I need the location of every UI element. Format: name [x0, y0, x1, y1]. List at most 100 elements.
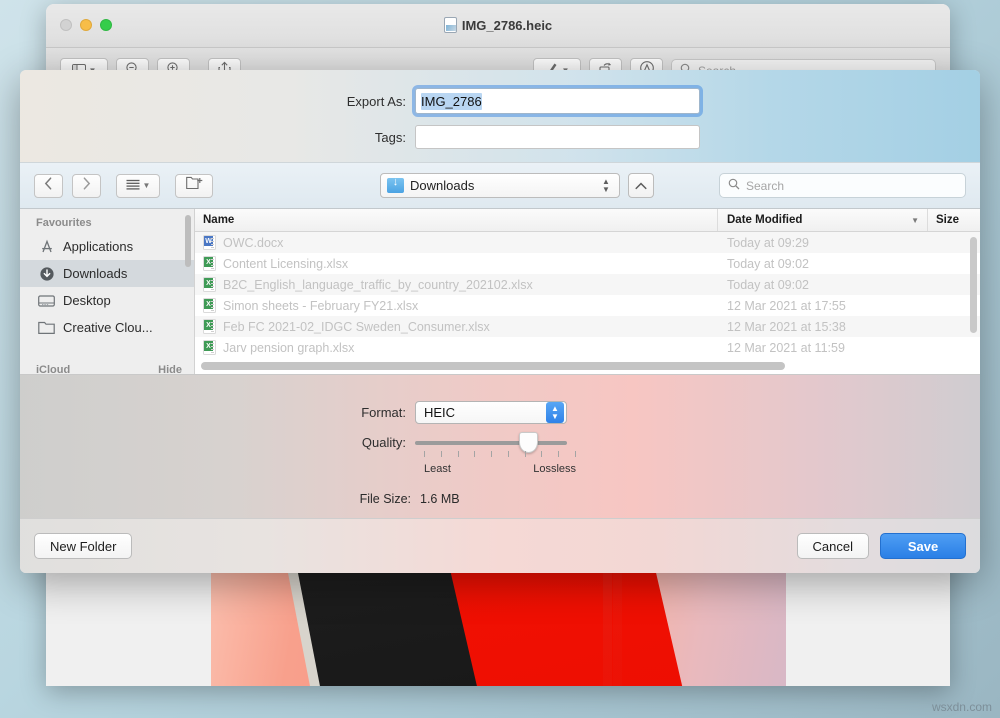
export-as-row: Export As: IMG_2786 [20, 88, 980, 114]
sidebar-header: Favourites [20, 217, 194, 233]
file-name-cell: X Simon sheets - February FY21.xlsx [195, 298, 718, 313]
quality-end-labels: Least Lossless [424, 463, 576, 475]
sidebar-item-creative-cloud[interactable]: Creative Clou... [20, 314, 194, 341]
export-dialog-navbar: ▼ Downloads ▲▼ Search [20, 162, 980, 209]
file-date-cell: 12 Mar 2021 at 17:55 [718, 299, 928, 313]
scrollbar-thumb[interactable] [201, 362, 785, 370]
sidebar-item-label: Creative Clou... [63, 320, 153, 335]
file-size-value: 1.6 MB [420, 492, 460, 506]
sidebar-item-applications[interactable]: Applications [20, 233, 194, 260]
format-select[interactable]: HEIC ▲▼ [415, 401, 567, 424]
file-list-vertical-scrollbar[interactable] [970, 237, 977, 333]
table-row[interactable]: X Feb FC 2021-02_IDGC Sweden_Consumer.xl… [195, 316, 980, 337]
applications-icon [38, 239, 55, 255]
table-row[interactable]: X Jarv pension graph.xlsx 12 Mar 2021 at… [195, 337, 980, 358]
watermark: wsxdn.com [932, 700, 992, 714]
file-list-horizontal-scrollbar[interactable] [201, 362, 970, 370]
file-name-text: Jarv pension graph.xlsx [223, 341, 354, 355]
column-header-date-label: Date Modified [727, 214, 802, 226]
table-row[interactable]: X Content Licensing.xlsx Today at 09:02 [195, 253, 980, 274]
export-options-panel: Format: HEIC ▲▼ Quality: Least Lossless [20, 375, 980, 518]
path-popup-button[interactable]: Downloads ▲▼ [380, 173, 620, 198]
preview-titlebar: IMG_2786.heic [46, 4, 950, 48]
export-dialog-body: Favourites Applications Downloads Deskto… [20, 209, 980, 375]
quality-slider-knob[interactable] [519, 432, 538, 453]
dialog-search-placeholder: Search [746, 179, 784, 193]
file-name-text: Content Licensing.xlsx [223, 257, 348, 271]
search-icon [728, 178, 740, 193]
file-name-text: Simon sheets - February FY21.xlsx [223, 299, 418, 313]
column-header-name[interactable]: Name [195, 209, 718, 231]
quality-ticks-row [424, 451, 576, 457]
quality-lossless-label: Lossless [533, 463, 576, 475]
format-value: HEIC [424, 405, 455, 420]
quality-least-label: Least [424, 463, 451, 475]
quality-slider[interactable] [415, 441, 567, 445]
format-label: Format: [20, 405, 415, 420]
current-folder-label: Downloads [410, 178, 591, 193]
excel-document-icon: X [203, 256, 216, 271]
excel-document-icon: X [203, 340, 216, 355]
file-list-header: Name Date Modified ▼ Size [195, 209, 980, 232]
sort-chevron-down-icon: ▼ [911, 216, 919, 225]
collapse-sheet-button[interactable] [628, 173, 654, 198]
export-dialog-footer: New Folder Cancel Save [20, 518, 980, 573]
format-row: Format: HEIC ▲▼ [20, 401, 980, 424]
new-folder-icon-button[interactable] [175, 174, 213, 198]
tags-label: Tags: [20, 130, 415, 145]
desktop-icon [38, 293, 55, 309]
sidebar-item-label: Applications [63, 239, 133, 254]
file-name-text: Feb FC 2021-02_IDGC Sweden_Consumer.xlsx [223, 320, 490, 334]
table-row[interactable]: W OWC.docx Today at 09:29 [195, 232, 980, 253]
file-name-cell: X Feb FC 2021-02_IDGC Sweden_Consumer.xl… [195, 319, 718, 334]
path-stepper-icon: ▲▼ [597, 175, 615, 196]
chevron-down-icon: ▼ [143, 181, 151, 190]
file-name-cell: X Content Licensing.xlsx [195, 256, 718, 271]
export-dialog: Export As: IMG_2786 Tags: ▼ [20, 70, 980, 573]
view-options-button[interactable]: ▼ [116, 174, 160, 198]
chevron-right-icon [82, 177, 91, 195]
file-date-cell: 12 Mar 2021 at 15:38 [718, 320, 928, 334]
excel-document-icon: X [203, 298, 216, 313]
quality-tick-marks [424, 451, 576, 457]
file-size-row: File Size: 1.6 MB [20, 492, 980, 506]
sidebar-scrollbar[interactable] [185, 215, 191, 267]
column-header-size[interactable]: Size [928, 209, 980, 231]
export-dialog-header: Export As: IMG_2786 Tags: [20, 70, 980, 162]
column-header-date-modified[interactable]: Date Modified ▼ [718, 209, 928, 231]
window-title: IMG_2786.heic [46, 17, 950, 33]
file-date-cell: 12 Mar 2021 at 11:59 [718, 341, 928, 355]
sidebar-item-desktop[interactable]: Desktop [20, 287, 194, 314]
word-document-icon: W [203, 235, 216, 250]
tags-input[interactable] [415, 125, 700, 149]
file-name-text: OWC.docx [223, 236, 283, 250]
sidebar-item-downloads[interactable]: Downloads [20, 260, 194, 287]
file-name-text: B2C_English_language_traffic_by_country_… [223, 278, 533, 292]
table-row[interactable]: X B2C_English_language_traffic_by_countr… [195, 274, 980, 295]
cancel-button[interactable]: Cancel [797, 533, 869, 559]
window-title-text: IMG_2786.heic [462, 18, 552, 33]
downloads-folder-icon [387, 178, 404, 193]
export-as-value: IMG_2786 [421, 93, 482, 110]
table-row[interactable]: X Simon sheets - February FY21.xlsx 12 M… [195, 295, 980, 316]
file-list: Name Date Modified ▼ Size W OWC.docx Tod… [195, 209, 980, 374]
new-folder-button[interactable]: New Folder [34, 533, 132, 559]
file-list-rows: W OWC.docx Today at 09:29 X Content Lice… [195, 232, 980, 374]
file-date-cell: Today at 09:02 [718, 278, 928, 292]
forward-button[interactable] [72, 174, 101, 198]
file-date-cell: Today at 09:29 [718, 236, 928, 250]
sidebar-item-label: Downloads [63, 266, 127, 281]
save-button[interactable]: Save [880, 533, 966, 559]
dialog-search-field[interactable]: Search [719, 173, 966, 198]
sidebar: Favourites Applications Downloads Deskto… [20, 209, 195, 374]
file-name-cell: W OWC.docx [195, 235, 718, 250]
format-stepper-icon[interactable]: ▲▼ [546, 402, 564, 423]
file-name-cell: X B2C_English_language_traffic_by_countr… [195, 277, 718, 292]
export-as-input[interactable]: IMG_2786 [415, 88, 700, 114]
tags-row: Tags: [20, 125, 980, 149]
chevron-left-icon [44, 177, 53, 195]
file-date-cell: Today at 09:02 [718, 257, 928, 271]
footer-actions: Cancel Save [797, 533, 966, 559]
back-button[interactable] [34, 174, 63, 198]
quality-row: Quality: [20, 435, 980, 450]
